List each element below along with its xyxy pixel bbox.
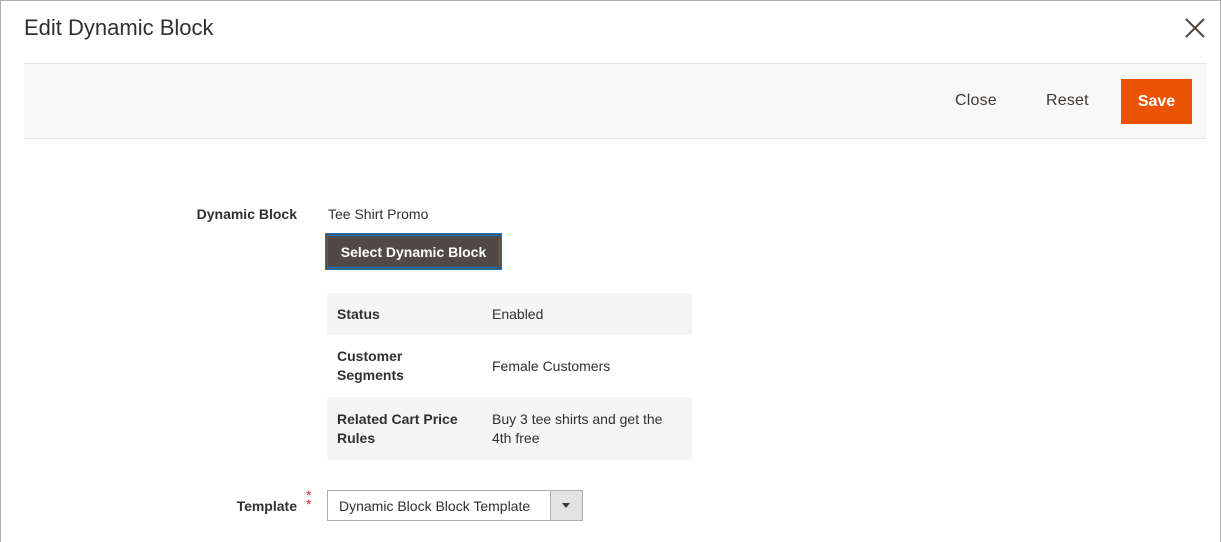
detail-value: Enabled xyxy=(492,305,544,322)
template-select[interactable]: Dynamic Block Block Template xyxy=(327,490,583,521)
close-x-icon-svg xyxy=(1185,18,1205,38)
table-row: Status Enabled xyxy=(327,293,692,335)
template-select-value: Dynamic Block Block Template xyxy=(339,498,531,514)
template-label: Template xyxy=(236,498,297,514)
detail-key: Related Cart Price Rules xyxy=(337,410,458,446)
required-asterisk: * * xyxy=(306,488,312,512)
close-button[interactable]: Close xyxy=(955,92,997,110)
select-dynamic-block-button[interactable]: Select Dynamic Block xyxy=(325,233,502,270)
table-row: Customer Segments Female Customers xyxy=(327,335,692,397)
required-mark-bottom: * xyxy=(306,496,312,512)
page-actions-toolbar: Close Reset Save xyxy=(24,63,1207,139)
select-toggle[interactable] xyxy=(550,491,582,520)
dynamic-block-name: Tee Shirt Promo xyxy=(328,206,429,222)
modal-title: Edit Dynamic Block xyxy=(24,15,214,40)
table-row: Related Cart Price Rules Buy 3 tee shirt… xyxy=(327,397,692,460)
save-button[interactable]: Save xyxy=(1121,79,1192,124)
dynamic-block-details-table: Status Enabled Customer Segments Female … xyxy=(327,293,692,460)
chevron-down-icon xyxy=(562,503,570,508)
detail-value: Buy 3 tee shirts and get the 4th free xyxy=(492,410,663,446)
detail-key: Status xyxy=(337,305,380,322)
detail-key: Customer Segments xyxy=(337,348,404,383)
close-icon[interactable] xyxy=(1182,15,1208,41)
detail-value: Female Customers xyxy=(492,357,611,374)
edit-dynamic-block-modal: Edit Dynamic Block Close Reset Save Dyna… xyxy=(0,0,1221,542)
dynamic-block-label: Dynamic Block xyxy=(196,206,297,222)
reset-button[interactable]: Reset xyxy=(1046,92,1089,110)
